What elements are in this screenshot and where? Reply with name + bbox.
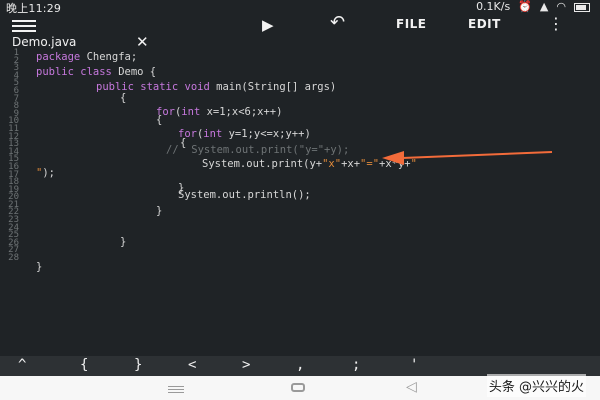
code-text: }: [120, 236, 127, 248]
recent-apps-icon[interactable]: [168, 384, 184, 393]
string-literal: "=": [360, 158, 380, 170]
keyword: static: [140, 81, 179, 93]
symbol-key[interactable]: ,: [296, 357, 304, 373]
hamburger-icon[interactable]: [12, 17, 36, 33]
tab-bar: Demo.java ✕: [0, 33, 600, 52]
back-icon[interactable]: ◁: [406, 379, 417, 395]
symbol-key[interactable]: ;: [352, 357, 360, 373]
symbol-key[interactable]: }: [134, 357, 142, 373]
code-text: main(String[] args): [209, 81, 337, 93]
home-icon[interactable]: [291, 383, 305, 392]
play-icon[interactable]: ▶: [262, 17, 274, 33]
code-text: y=1;y<=x;y++): [222, 128, 311, 140]
code-text: {: [156, 114, 163, 126]
type-keyword: int: [203, 128, 223, 140]
keyword: class: [80, 66, 112, 78]
code-line: {: [120, 91, 126, 105]
code-text: Demo {: [111, 66, 157, 78]
code-line-wrap: ");: [36, 166, 55, 180]
code-area[interactable]: package Chengfa; public class Demo { pub…: [36, 50, 596, 355]
watermark: 头条 @兴兴的火: [486, 374, 586, 397]
annotation-arrow: [382, 151, 553, 165]
close-icon[interactable]: ✕: [136, 33, 149, 51]
code-comment: // System.out.print("y="+y);: [166, 144, 350, 156]
code-text: System.out.print(y+: [202, 158, 323, 170]
battery-icon: [574, 3, 590, 12]
file-menu-button[interactable]: FILE: [396, 17, 427, 31]
status-icons: 0.1K/s ⏰ ▲ ◠: [476, 0, 590, 13]
code-line: public class Demo {: [36, 65, 156, 79]
string-literal: "x": [322, 158, 342, 170]
keyword: public: [96, 81, 134, 93]
network-speed: 0.1K/s: [476, 0, 511, 13]
undo-icon[interactable]: ↶: [330, 14, 345, 32]
app-toolbar: ▶ ↶ FILE EDIT ⋮: [0, 14, 600, 36]
code-line: public static void main(String[] args): [96, 80, 336, 94]
line-number: 28: [8, 253, 19, 264]
symbol-key[interactable]: ^: [18, 357, 26, 373]
code-text: Chengfa;: [80, 51, 138, 63]
code-text: );: [42, 167, 55, 179]
code-line: }: [120, 235, 126, 249]
code-line: }: [156, 204, 162, 218]
symbol-key[interactable]: <: [188, 357, 196, 373]
symbol-key[interactable]: {: [80, 357, 88, 373]
code-text: }: [36, 261, 43, 273]
wifi-icon: ◠: [556, 0, 566, 13]
code-line: package Chengfa;: [36, 50, 137, 64]
type-keyword: int: [181, 106, 201, 118]
code-text: +x+: [341, 158, 361, 170]
symbol-key-bar: ^ {} < >,; ': [0, 356, 600, 376]
symbol-key[interactable]: >: [242, 357, 250, 373]
arrow-head: [382, 151, 404, 165]
code-text: }: [156, 205, 163, 217]
code-editor[interactable]: 1 2 3 4 5 6 7 8 9 10 11 12 13 14 15 16 17 18 19 20 21 22 23 24 2…: [0, 49, 600, 355]
alarm-icon: ⏰: [518, 0, 532, 13]
code-text: System.out.println();: [178, 189, 311, 201]
edit-menu-button[interactable]: EDIT: [468, 17, 501, 31]
tab-label: Demo.java: [12, 35, 77, 49]
code-line-inner-for: for(int y=1;y<=x;y++): [178, 127, 311, 141]
keyword: void: [184, 81, 210, 93]
code-text: x=1;x<6;x++): [200, 106, 283, 118]
arrow-shaft: [401, 151, 553, 159]
code-line-outer-for: for(int x=1;x<6;x++): [156, 105, 282, 119]
more-icon[interactable]: ⋮: [548, 15, 564, 33]
status-bar: 晚上11:29 0.1K/s ⏰ ▲ ◠: [0, 0, 600, 15]
line-number-gutter: 1 2 3 4 5 6 7 8 9 10 11 12 13 14 15 16 17 18 19 20 21 22 23 24 2…: [0, 49, 22, 355]
keyword: package: [36, 51, 81, 63]
code-line-println: System.out.println();: [178, 188, 311, 202]
symbol-key[interactable]: ': [410, 357, 418, 373]
code-line: {: [156, 113, 162, 127]
code-line: }: [36, 260, 42, 274]
signal-icon: ▲: [539, 0, 549, 13]
code-text: {: [120, 92, 127, 104]
keyword: public: [36, 66, 74, 78]
